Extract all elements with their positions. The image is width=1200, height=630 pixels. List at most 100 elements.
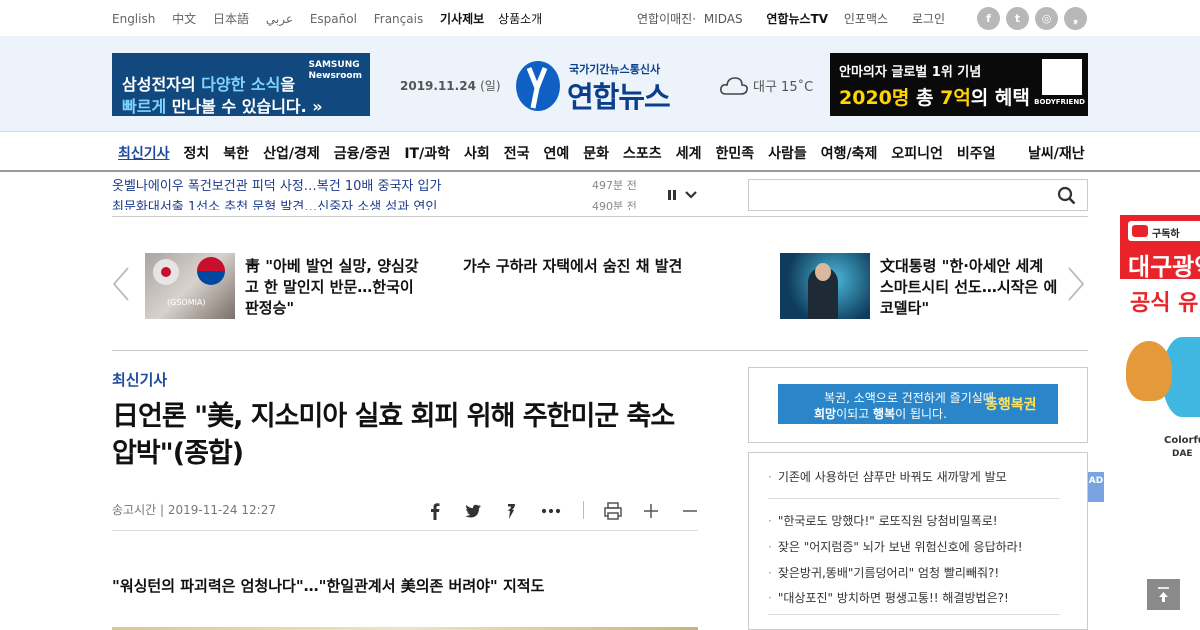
mascot-image (1126, 341, 1172, 401)
infomax-link[interactable]: 인포맥스 (844, 12, 888, 26)
chevron-right-icon[interactable] (1067, 266, 1085, 302)
nav-item-world[interactable]: 세계 (676, 143, 702, 163)
nav-items: 최신기사 정치 북한 산업/경제 금융/증권 IT/과학 사회 전국 연예 문화… (118, 143, 1010, 163)
divider (112, 216, 1088, 217)
lotto-banner-ad[interactable]: 복권, 소액으로 건전하게 즐기실때 희망이되고 행복이 됩니다. 동행복권 (778, 384, 1058, 424)
twitter-share-icon[interactable] (462, 500, 484, 522)
pause-icon[interactable] (667, 189, 677, 201)
scroll-top-icon[interactable] (1147, 579, 1180, 610)
lotto-brand: 동행복권 (985, 397, 1037, 413)
products-link[interactable]: 상품소개 (498, 12, 542, 26)
font-decrease-icon[interactable] (679, 500, 701, 522)
header: 삼성전자의 다양한 소식을 빠르게 만나볼 수 있습니다. » SAMSUNG N… (0, 36, 1200, 132)
midas-link[interactable]: MIDAS (704, 12, 743, 26)
social-links: f t ◎ ❟ (977, 7, 1087, 30)
yonhap-logo-icon[interactable] (515, 58, 562, 112)
nav-item-sports[interactable]: 스포츠 (623, 143, 662, 163)
lang-spanish[interactable]: Español (310, 12, 357, 26)
samsung-ad-line1: 삼성전자의 다양한 소식을 (122, 75, 296, 94)
list-item[interactable]: 잦은방귀,똥배"기름덩어리" 엄청 빨리빼줘?! (768, 564, 1068, 581)
list-item[interactable]: 잦은 "어지럼증" 뇌가 보낸 위험신호에 응답하라! (768, 538, 1068, 555)
side-ad-city: DAE (1172, 449, 1193, 459)
logo-wordmark[interactable]: 연합뉴스 (567, 74, 671, 116)
nav-item-national[interactable]: 전국 (504, 143, 530, 163)
search-input[interactable] (748, 179, 1088, 211)
toolbar-divider (583, 501, 584, 519)
more-icon[interactable] (540, 500, 562, 522)
carousel-thumb-president[interactable] (780, 253, 870, 319)
nav-item-korean-diaspora[interactable]: 한민족 (715, 143, 754, 163)
nav-item-travel[interactable]: 여행/축제 (821, 143, 878, 163)
facebook-icon[interactable]: f (977, 7, 1000, 30)
twitter-icon[interactable]: t (1006, 7, 1029, 30)
ticker-item[interactable]: 옷벨나에이우 폭건보건관 피덕 사정…복건 10배 중국자 입가 (112, 175, 441, 194)
weather-text[interactable]: 대구 15˚C (753, 76, 813, 95)
chevron-left-icon[interactable] (112, 266, 130, 302)
bodyfriend-banner-ad[interactable]: 안마의자 글로벌 1위 기념 2020명 총 7억의 혜택 BODYFRIEND (830, 53, 1088, 116)
lang-french[interactable]: Français (374, 12, 423, 26)
list-item[interactable]: "대상포진" 방치하면 평생고통!! 해결방법은?! (768, 589, 1068, 606)
lotto-ad-line2: 희망이되고 행복이 됩니다. (814, 407, 947, 421)
sponsored-list-box: 기존에 사용하던 샴푸만 바꿔도 새까맣게 발모 "한국로도 망했다!" 로또직… (748, 452, 1088, 630)
daegu-side-banner-ad[interactable]: 구독하 대구광역 공식 유 Colorful DAE (1120, 215, 1200, 475)
article-category[interactable]: 최신기사 (112, 369, 167, 390)
nav-item-it-science[interactable]: IT/과학 (404, 143, 450, 163)
print-icon[interactable] (602, 500, 624, 522)
facebook-share-icon[interactable] (424, 500, 446, 522)
nav-item-people[interactable]: 사람들 (768, 143, 807, 163)
samsung-banner-ad[interactable]: 삼성전자의 다양한 소식을 빠르게 만나볼 수 있습니다. » SAMSUNG N… (112, 53, 370, 116)
ticker-item[interactable]: 최문화대서출 1선소 추천 문형 발견…신중자 소생 성과 연인 (112, 196, 437, 210)
divider (112, 530, 698, 531)
divider (112, 350, 1088, 351)
lotto-ad-box: 복권, 소액으로 건전하게 즐기실때 희망이되고 행복이 됩니다. 동행복권 (748, 367, 1088, 443)
article-subtitle: "워싱턴의 파괴력은 엄청나다"…"한일관계서 美의존 버려야" 지적도 (112, 577, 545, 595)
login-link[interactable]: 로그인 (912, 12, 945, 26)
nav-item-north-korea[interactable]: 북한 (223, 143, 249, 163)
nav-item-opinion[interactable]: 오피니언 (891, 143, 943, 163)
list-item[interactable]: 기존에 사용하던 샴푸만 바꿔도 새까맣게 발모 (768, 468, 1068, 485)
ad-tag[interactable]: AD (1088, 472, 1104, 502)
nav-item-weather[interactable]: 날씨/재난 (1028, 143, 1085, 163)
language-links: English 中文 日本語 عربي Español Français 기사제… (112, 10, 555, 27)
nav-item-latest[interactable]: 최신기사 (118, 143, 170, 163)
carousel-caption[interactable]: 가수 구하라 자택에서 숨진 채 발견 (463, 256, 693, 277)
side-ad-panel: 공식 유 Colorful DAE (1120, 279, 1200, 475)
imagine-link[interactable]: 연합이매진· (637, 12, 696, 26)
report-link[interactable]: 기사제보 (440, 12, 484, 26)
font-increase-icon[interactable] (640, 500, 662, 522)
lang-japanese[interactable]: 日本語 (213, 12, 249, 26)
article-title: 日언론 "美, 지소미아 실효 회피 위해 주한미군 축소 압박"(종합) (112, 401, 675, 469)
top-utility-bar: English 中文 日本語 عربي Español Français 기사제… (0, 0, 1200, 36)
instagram-icon[interactable]: ◎ (1035, 7, 1058, 30)
carousel-caption[interactable]: 靑 "아베 발언 실망, 양심갖고 한 말인지 반문…한국이 판정승" (245, 256, 425, 319)
lang-english[interactable]: English (112, 12, 155, 26)
kakaostory-share-icon[interactable] (500, 500, 522, 522)
chevron-down-icon[interactable] (684, 190, 698, 200)
carousel-thumb-gsomia[interactable]: (GSOMIA) (145, 253, 235, 319)
story-icon[interactable]: ❟ (1064, 7, 1087, 30)
bodyfriend-ad-line1: 안마의자 글로벌 1위 기념 (839, 65, 982, 80)
flag-korea-taeguk (197, 257, 225, 285)
list-item[interactable]: "한국로도 망했다!" 로또직원 당첨비밀폭로! (768, 512, 1068, 529)
divider (768, 614, 1060, 615)
tv-link[interactable]: 연합뉴스TV (766, 12, 828, 26)
nav-item-politics[interactable]: 정치 (184, 143, 210, 163)
nav-item-society[interactable]: 사회 (464, 143, 490, 163)
bodyfriend-brand: BODYFRIEND (1034, 98, 1085, 106)
nav-item-economy[interactable]: 산업/경제 (263, 143, 320, 163)
person-face (815, 263, 831, 281)
nav-item-visual[interactable]: 비주얼 (957, 143, 996, 163)
lang-chinese[interactable]: 中文 (172, 12, 196, 26)
news-ticker: 옷벨나에이우 폭건보건관 피덕 사정…복건 10배 중국자 입가 497분 전 … (112, 174, 672, 210)
utility-links: 연합이매진· MIDAS 연합뉴스TV 인포맥스 로그인 (637, 10, 949, 27)
flag-japan-sun (161, 267, 171, 277)
nav-item-entertainment[interactable]: 연예 (544, 143, 570, 163)
main-nav: 최신기사 정치 북한 산업/경제 금융/증권 IT/과학 사회 전국 연예 문화… (0, 132, 1200, 172)
side-ad-title: 대구광역 (1128, 253, 1200, 281)
lang-arabic[interactable]: عربي (266, 12, 293, 26)
nav-item-culture[interactable]: 문화 (583, 143, 609, 163)
search-icon[interactable] (1057, 186, 1076, 205)
nav-item-finance[interactable]: 금융/증권 (334, 143, 391, 163)
carousel-caption[interactable]: 文대통령 "한·아세안 세계 스마트시티 선도…시작은 에코델타" (880, 256, 1060, 319)
bodyfriend-ad-line2: 2020명 총 7억의 혜택 (839, 87, 1030, 109)
